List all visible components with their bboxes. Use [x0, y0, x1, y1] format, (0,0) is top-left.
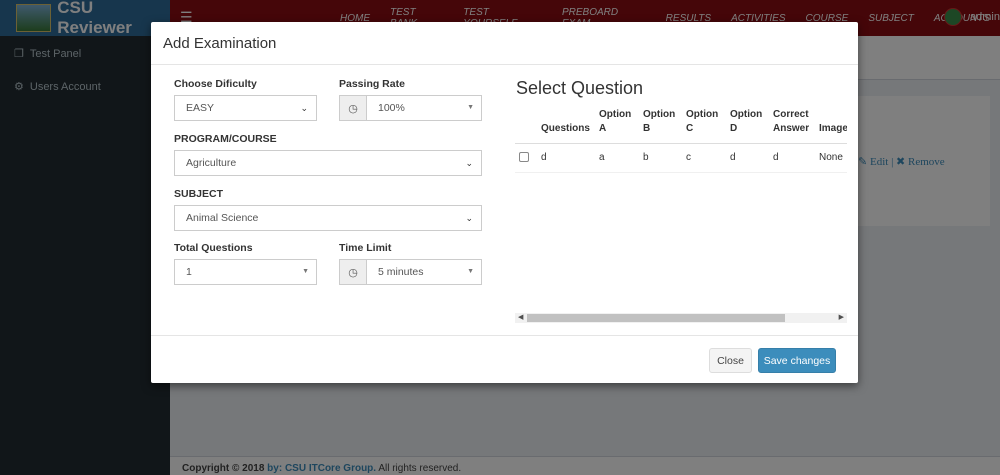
triangle-down-icon: ▼	[467, 268, 474, 275]
cell-option-b: b	[639, 143, 682, 173]
column-header: Questions	[537, 106, 595, 144]
triangle-down-icon: ▼	[467, 104, 474, 111]
question-table-wrapper: Questions Option A Option B Option C Opt…	[515, 106, 847, 320]
total-questions-value: 1	[186, 266, 192, 278]
difficulty-value: EASY	[186, 102, 215, 114]
chevron-down-icon: ⌄	[465, 213, 473, 223]
program-select[interactable]: Agriculture ⌄	[174, 150, 482, 176]
cell-question: d	[537, 143, 595, 173]
clock-icon: ◷	[339, 259, 367, 285]
question-table: Questions Option A Option B Option C Opt…	[515, 106, 847, 173]
save-changes-button[interactable]: Save changes	[758, 348, 836, 373]
column-header: Option C	[682, 106, 726, 144]
triangle-down-icon: ▼	[302, 268, 309, 275]
cell-option-c: c	[682, 143, 726, 173]
time-limit-label: Time Limit	[339, 242, 392, 254]
column-header: Option D	[726, 106, 769, 144]
time-limit-value: 5 minutes	[378, 266, 424, 278]
column-header: Option B	[639, 106, 682, 144]
chevron-down-icon: ⌄	[465, 158, 473, 168]
total-questions-label: Total Questions	[174, 242, 253, 254]
scroll-right-icon[interactable]: ▶	[839, 313, 844, 323]
cell-option-a: a	[595, 143, 639, 173]
program-value: Agriculture	[186, 157, 237, 169]
clock-icon: ◷	[339, 95, 367, 121]
cell-option-d: d	[726, 143, 769, 173]
table-row: d a b c d d None	[515, 143, 847, 173]
total-questions-select[interactable]: 1 ▼	[174, 259, 317, 285]
column-header: Correct Answer	[769, 106, 815, 144]
modal-body: Choose Dificulty EASY ⌄ Passing Rate ◷ 1…	[151, 65, 858, 335]
time-limit-select[interactable]: 5 minutes ▼	[366, 259, 482, 285]
passing-rate-label: Passing Rate	[339, 78, 405, 90]
modal-footer: Close Save changes	[151, 335, 858, 383]
select-column-header	[515, 106, 537, 144]
column-header: Option A	[595, 106, 639, 144]
scroll-left-icon[interactable]: ◀	[518, 313, 523, 323]
question-checkbox[interactable]	[519, 152, 529, 163]
subject-select[interactable]: Animal Science ⌄	[174, 205, 482, 231]
difficulty-select[interactable]: EASY ⌄	[174, 95, 317, 121]
scrollbar-thumb[interactable]	[527, 314, 785, 322]
add-examination-modal: Add Examination Choose Dificulty EASY ⌄ …	[151, 22, 858, 383]
passing-rate-value: 100%	[378, 102, 405, 114]
modal-title: Add Examination	[163, 35, 277, 52]
subject-label: SUBJECT	[174, 188, 224, 200]
passing-rate-select[interactable]: 100% ▼	[366, 95, 482, 121]
modal-header: Add Examination	[151, 22, 858, 65]
select-question-title: Select Question	[516, 78, 644, 98]
subject-value: Animal Science	[186, 212, 259, 224]
cell-correct-answer: d	[769, 143, 815, 173]
close-button[interactable]: Close	[709, 348, 752, 373]
cell-image: None	[815, 143, 847, 173]
table-header-row: Questions Option A Option B Option C Opt…	[515, 106, 847, 144]
horizontal-scrollbar[interactable]: ◀ ▶	[515, 313, 847, 323]
chevron-down-icon: ⌄	[300, 103, 308, 113]
difficulty-label: Choose Dificulty	[174, 78, 257, 90]
column-header: Image	[815, 106, 847, 144]
program-label: PROGRAM/COURSE	[174, 133, 277, 145]
